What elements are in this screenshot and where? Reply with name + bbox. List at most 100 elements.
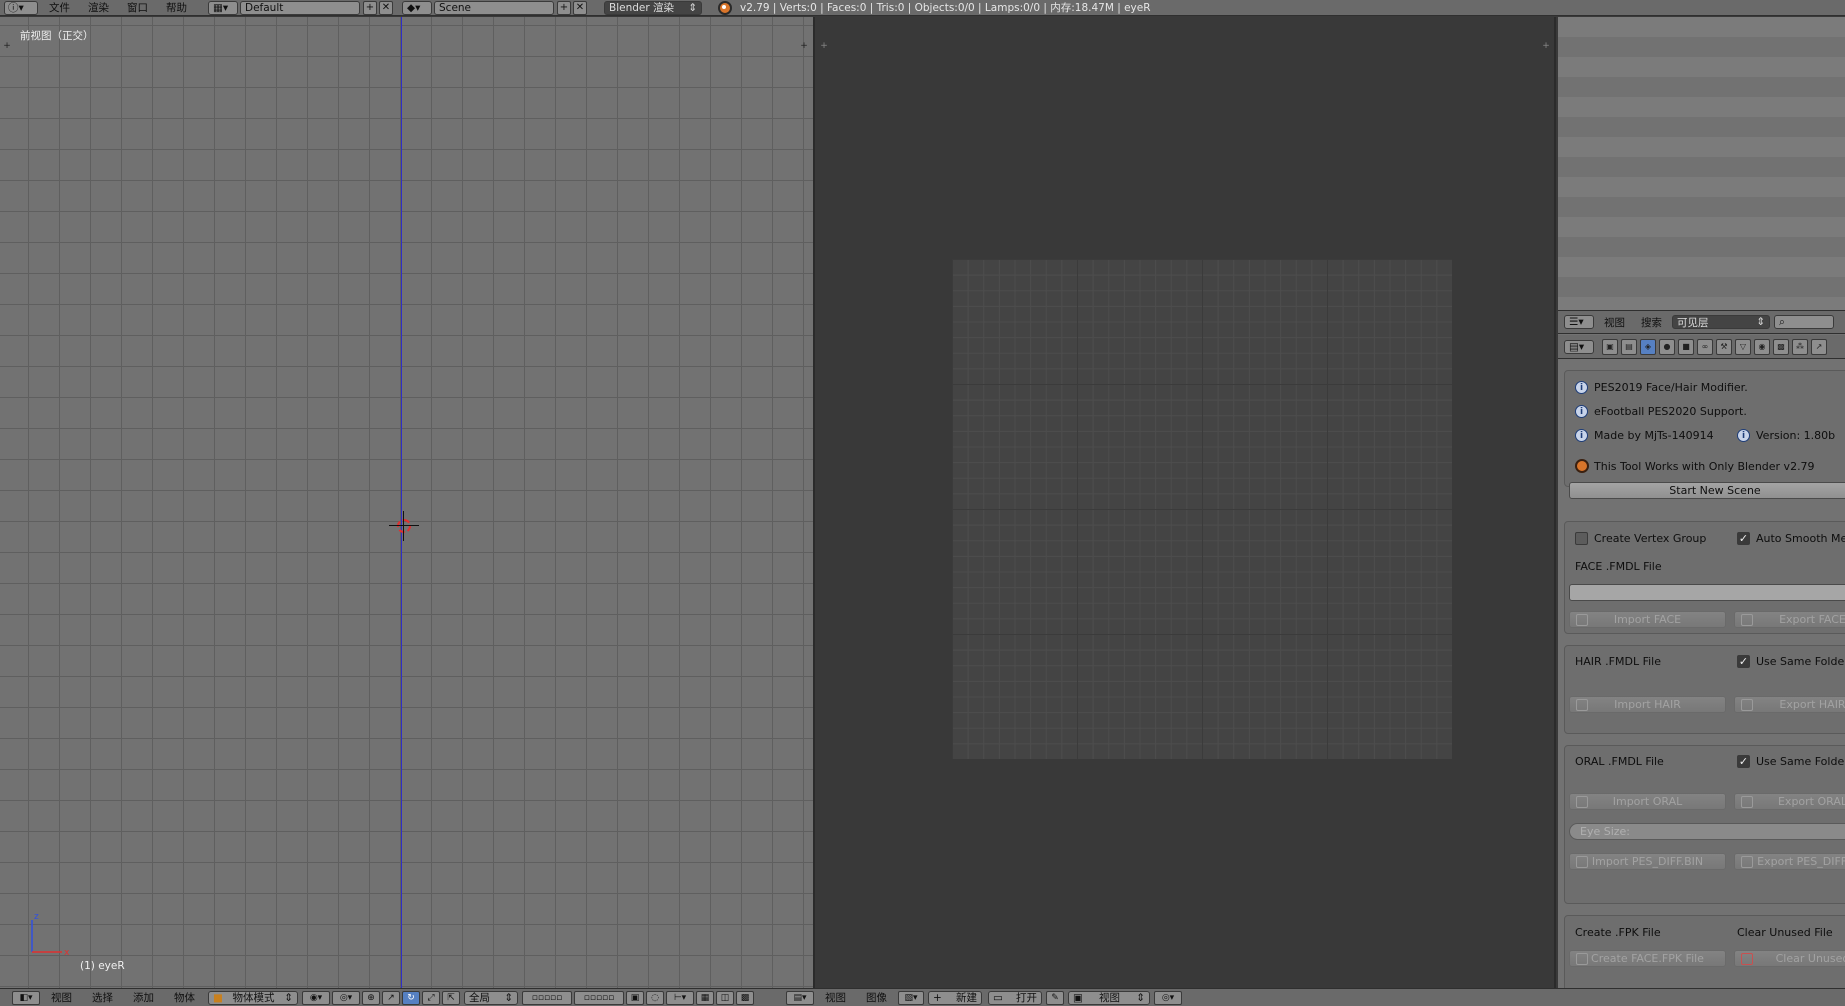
menu-render[interactable]: 渲染 <box>88 0 109 15</box>
viewport-menu-object[interactable]: 物体 <box>174 990 195 1005</box>
open-image-button[interactable]: ▭ 打开 <box>988 990 1042 1005</box>
menu-file[interactable]: 文件 <box>49 0 70 15</box>
particles-tab-icon[interactable]: ⁂ <box>1792 338 1808 355</box>
export-oral-button[interactable]: Export ORAL <box>1734 793 1845 810</box>
outliner-menu-search[interactable]: 搜索 <box>1641 315 1662 330</box>
pivot-point-icon[interactable]: ◎▾ <box>332 990 360 1005</box>
modifiers-tab-icon[interactable]: ⚒ <box>1716 338 1732 355</box>
new-image-button[interactable]: + 新建 <box>928 990 982 1005</box>
face-file-path-field[interactable] <box>1569 584 1845 601</box>
scene-dropdown[interactable]: Scene <box>434 0 554 15</box>
3d-view-editor-type-icon[interactable]: ◧▾ <box>12 990 40 1005</box>
menu-help[interactable]: 帮助 <box>166 0 187 15</box>
uv-grid-canvas[interactable] <box>952 259 1452 759</box>
viewport-menu-view[interactable]: 视图 <box>51 990 72 1005</box>
outliner-search-icon[interactable]: ⌕ <box>1774 315 1834 329</box>
object-tab-icon[interactable]: ■ <box>1678 338 1694 355</box>
eye-size-field[interactable]: Eye Size: <box>1569 823 1845 840</box>
import-face-button[interactable]: Import FACE <box>1569 611 1726 628</box>
render-tab-icon[interactable]: ▣ <box>1602 338 1618 355</box>
texture-tab-icon[interactable]: ▩ <box>1773 338 1789 355</box>
outliner-list[interactable] <box>1558 17 1845 310</box>
layers-block-1-icon[interactable]: ▫▫▫▫▫ <box>522 990 572 1005</box>
create-face-fpk-button[interactable]: Create FACE.FPK File <box>1569 950 1726 967</box>
physics-tab-icon[interactable]: ↗ <box>1811 338 1827 355</box>
image-editor-type-icon[interactable]: ▤▾ <box>786 990 814 1005</box>
world-tab-icon[interactable]: ● <box>1659 338 1675 355</box>
opengl-render-icon[interactable]: ◫ <box>716 990 734 1005</box>
area-split-corner-icon[interactable]: + <box>799 41 809 51</box>
oral-use-same-folder-checkbox[interactable]: ✓ <box>1737 755 1750 768</box>
area-split-corner-icon[interactable]: + <box>2 41 12 51</box>
snap-toggle-icon[interactable]: ⊢▾ <box>666 990 694 1005</box>
hair-use-same-folder-row[interactable]: ✓ Use Same Folder <box>1737 655 1845 668</box>
export-pes-diff-label: Export PES_DIFF.BIN <box>1757 855 1845 868</box>
import-hair-button[interactable]: Import HAIR <box>1569 696 1726 713</box>
oral-use-same-folder-row[interactable]: ✓ Use Same Folder <box>1737 755 1845 768</box>
snap-element-icon[interactable]: ▦ <box>696 990 714 1005</box>
screen-layout-dropdown[interactable]: Default <box>240 0 360 15</box>
remove-layout-icon[interactable]: ✕ <box>379 0 393 15</box>
scene-icon[interactable]: ◆▾ <box>402 0 432 15</box>
outliner-menu-view[interactable]: 视图 <box>1604 315 1625 330</box>
pivot-center-icon[interactable]: ◎▾ <box>1154 990 1182 1005</box>
3d-cursor-icon[interactable] <box>389 511 419 541</box>
info-icon: i <box>1575 429 1588 442</box>
editor-type-info-icon[interactable]: ⓘ▾ <box>4 0 38 15</box>
constraints-tab-icon[interactable]: ∞ <box>1697 338 1713 355</box>
manipulator-toggle-icon[interactable]: ⊕ <box>362 990 380 1005</box>
properties-content[interactable]: i PES2019 Face/Hair Modifier. i eFootball … <box>1558 360 1845 1006</box>
import-hair-label: Import HAIR <box>1614 698 1681 711</box>
transform-orientation-icon[interactable]: ⇱ <box>442 990 460 1005</box>
image-browse-icon[interactable]: ▧▾ <box>898 990 924 1005</box>
add-scene-icon[interactable]: + <box>557 0 571 15</box>
view-mode-icon: ▣ <box>1073 991 1083 1004</box>
data-tab-icon[interactable]: ▽ <box>1735 338 1751 355</box>
properties-editor-type-icon[interactable]: ▤▾ <box>1564 339 1594 354</box>
export-hair-button[interactable]: Export HAIR <box>1734 696 1845 713</box>
interaction-mode-dropdown[interactable]: ■ 物体模式 ⇕ <box>208 990 298 1005</box>
translate-manipulator-icon[interactable]: ↗ <box>382 990 400 1005</box>
dropdown-arrow-icon: ⇕ <box>504 991 513 1004</box>
opengl-render-anim-icon[interactable]: ▩ <box>736 990 754 1005</box>
export-face-button[interactable]: Export FACE <box>1734 611 1845 628</box>
viewport-shading-icon[interactable]: ◉▾ <box>302 990 330 1005</box>
screen-layout-icon[interactable]: ▦▾ <box>208 0 238 15</box>
proportional-edit-icon[interactable]: ◌ <box>646 990 664 1005</box>
pin-icon[interactable]: ✎ <box>1046 990 1064 1005</box>
uv-image-editor[interactable]: + + <box>817 17 1556 988</box>
add-layout-icon[interactable]: + <box>363 0 377 15</box>
image-view-mode-dropdown[interactable]: ▣ 视图 ⇕ <box>1068 990 1150 1005</box>
transform-orientation-dropdown[interactable]: 全局 ⇕ <box>464 990 518 1005</box>
area-split-corner-icon[interactable]: + <box>819 41 829 51</box>
import-pes-diff-button[interactable]: Import PES_DIFF.BIN <box>1569 853 1726 870</box>
render-layers-tab-icon[interactable]: ▤ <box>1621 338 1637 355</box>
hair-use-same-folder-checkbox[interactable]: ✓ <box>1737 655 1750 668</box>
material-tab-icon[interactable]: ◉ <box>1754 338 1770 355</box>
export-pes-diff-button[interactable]: Export PES_DIFF.BIN <box>1734 853 1845 870</box>
menu-window[interactable]: 窗口 <box>127 0 148 15</box>
uv-menu-view[interactable]: 视图 <box>825 990 846 1005</box>
rotate-manipulator-icon[interactable]: ↻ <box>402 990 420 1005</box>
uv-menu-image[interactable]: 图像 <box>866 990 887 1005</box>
3d-viewport[interactable]: + + 前视图（正交） z x (1) eyeR <box>0 17 815 988</box>
auto-smooth-checkbox[interactable]: ✓ <box>1737 532 1750 545</box>
version-row: i Version: 1.80b <box>1737 429 1835 442</box>
remove-scene-icon[interactable]: ✕ <box>573 0 587 15</box>
create-vertex-group-checkbox[interactable] <box>1575 532 1588 545</box>
outliner-display-mode-dropdown[interactable]: 可见层 ⇕ <box>1672 315 1770 329</box>
scene-tab-icon[interactable]: ◈ <box>1640 338 1656 355</box>
render-engine-dropdown[interactable]: Blender 渲染 ⇕ <box>604 0 702 15</box>
outliner-editor-type-icon[interactable]: ☰▾ <box>1564 315 1594 329</box>
layers-block-2-icon[interactable]: ▫▫▫▫▫ <box>574 990 624 1005</box>
import-oral-button[interactable]: Import ORAL <box>1569 793 1726 810</box>
viewport-menu-add[interactable]: 添加 <box>133 990 154 1005</box>
scale-manipulator-icon[interactable]: ⤢ <box>422 990 440 1005</box>
create-vertex-group-row[interactable]: Create Vertex Group <box>1575 532 1706 545</box>
start-new-scene-button[interactable]: Start New Scene <box>1569 482 1845 499</box>
area-split-corner-icon[interactable]: + <box>1541 41 1551 51</box>
auto-smooth-row[interactable]: ✓ Auto Smooth Mesh <box>1737 532 1845 545</box>
lock-layers-icon[interactable]: ▣ <box>626 990 644 1005</box>
clear-unused-button[interactable]: Clear Unused <box>1734 950 1845 967</box>
viewport-menu-select[interactable]: 选择 <box>92 990 113 1005</box>
